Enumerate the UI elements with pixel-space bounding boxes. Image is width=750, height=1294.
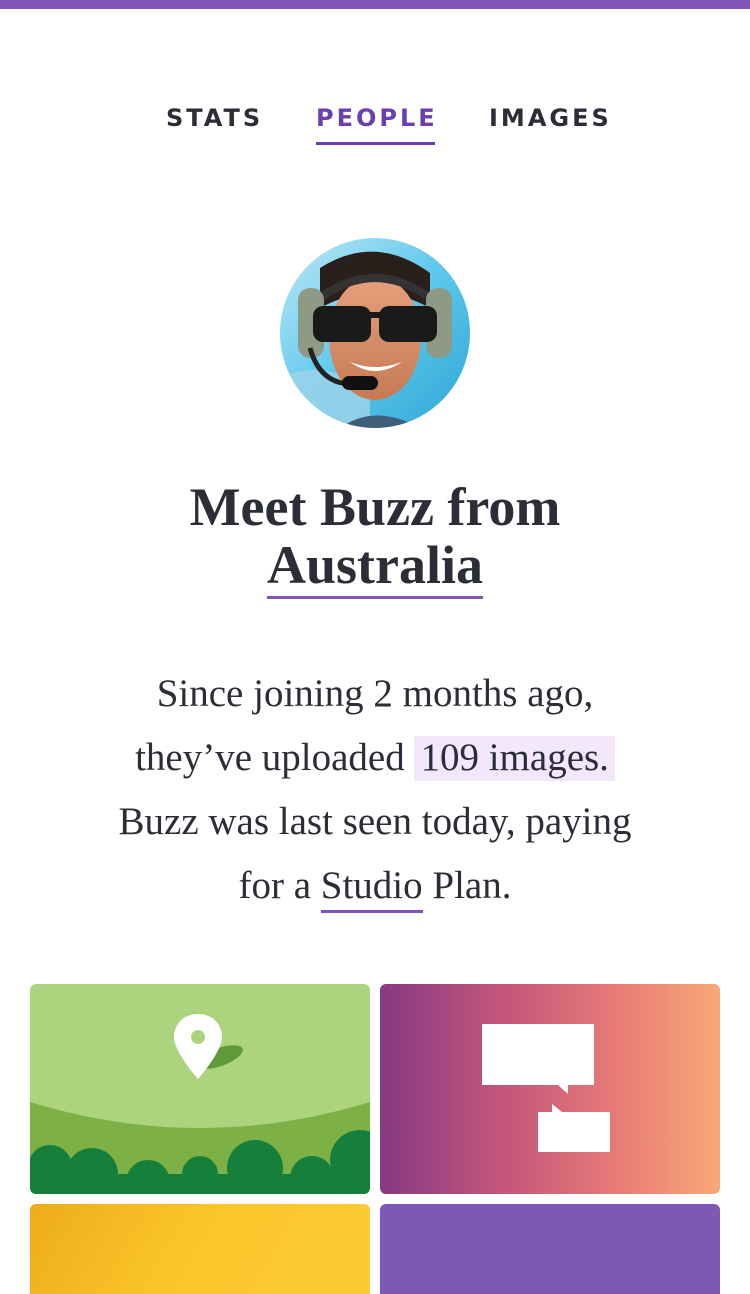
summary-line-4-suffix: Plan. xyxy=(432,864,512,907)
tab-images[interactable]: IMAGES xyxy=(489,104,612,132)
profile-summary: Since joining 2 months ago, they’ve uplo… xyxy=(40,662,710,918)
messages-card[interactable] xyxy=(380,984,720,1194)
summary-line-4: for a xyxy=(238,864,312,907)
avatar xyxy=(280,238,470,428)
plan-link[interactable]: Studio xyxy=(320,862,423,913)
summary-line-3: Buzz was last seen today, paying xyxy=(118,800,632,843)
headline-text: Meet Buzz from xyxy=(189,477,561,537)
chat-bubbles-icon xyxy=(482,1024,610,1152)
yellow-card[interactable] xyxy=(30,1204,370,1294)
purple-card[interactable] xyxy=(380,1204,720,1294)
tab-bar: STATS PEOPLE IMAGES xyxy=(0,104,750,154)
tab-stats[interactable]: STATS xyxy=(166,104,263,132)
summary-line-2: they’ve uploaded xyxy=(135,736,405,779)
country-link[interactable]: Australia xyxy=(267,536,483,599)
summary-line-1: Since joining 2 months ago, xyxy=(156,672,594,715)
location-pin-icon xyxy=(174,1014,243,1079)
location-card[interactable] xyxy=(30,984,370,1194)
profile-headline: Meet Buzz from Australia xyxy=(0,478,750,599)
tab-people[interactable]: PEOPLE xyxy=(316,104,438,145)
images-count-highlight: 109 images. xyxy=(414,736,615,781)
top-accent-bar xyxy=(0,0,750,9)
